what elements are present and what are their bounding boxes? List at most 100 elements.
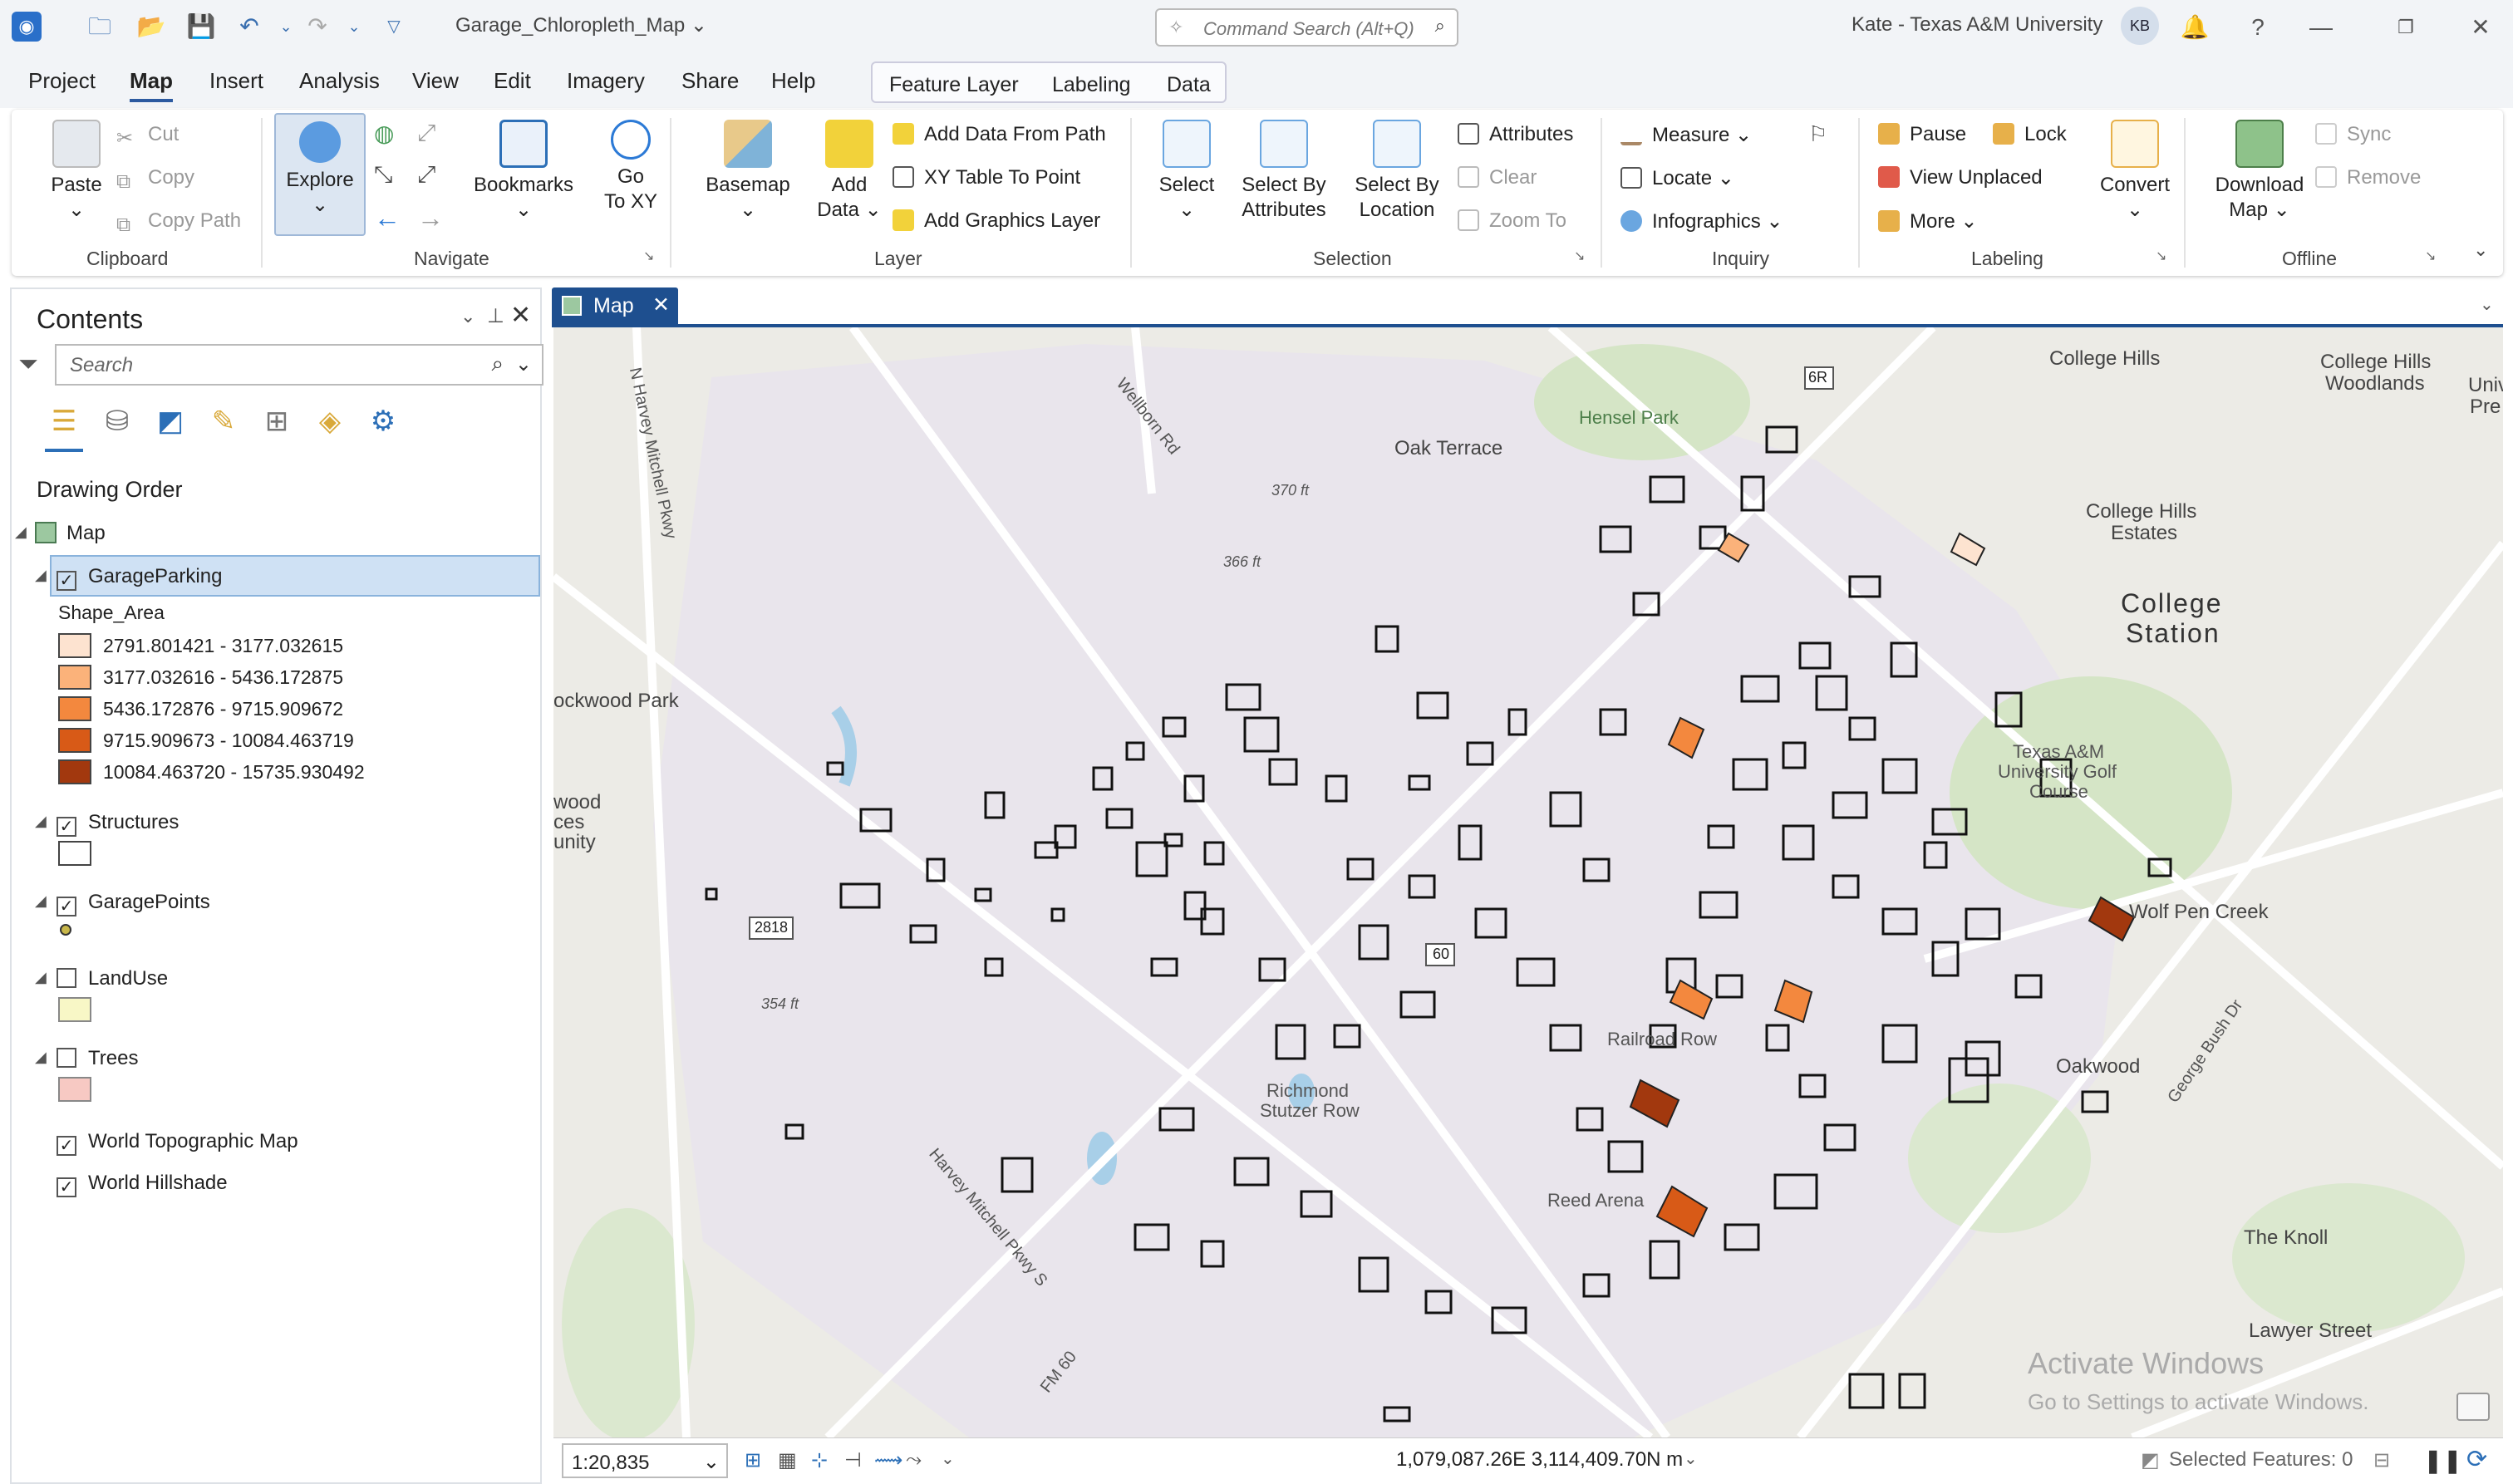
view-unplaced-button[interactable]: View Unplaced bbox=[1878, 166, 2043, 189]
download-map-button[interactable]: Download Map ⌄ bbox=[2206, 120, 2314, 223]
measure-button[interactable]: Measure ⌄ bbox=[1620, 123, 1752, 147]
expand-structures-icon[interactable]: ◢ bbox=[35, 813, 47, 830]
snapping-icon[interactable]: ⊹ bbox=[811, 1448, 828, 1472]
list-by-drawing-order-icon[interactable]: ☰ bbox=[45, 402, 83, 452]
close-tab-icon[interactable]: ✕ bbox=[652, 292, 670, 317]
user-name[interactable]: Kate - Texas A&M University bbox=[1852, 13, 2102, 37]
pause-labeling-button[interactable]: Pause bbox=[1878, 123, 1966, 146]
status-dropdown-icon[interactable]: ⌄ bbox=[941, 1448, 955, 1469]
menu-imagery[interactable]: Imagery bbox=[567, 68, 645, 94]
map-canvas[interactable] bbox=[553, 327, 2503, 1437]
copy-button[interactable]: ⧉ Copy bbox=[116, 166, 194, 193]
tab-feature-layer[interactable]: Feature Layer bbox=[889, 73, 1019, 97]
refresh-view-icon[interactable]: ⊟ bbox=[2373, 1448, 2390, 1472]
checkbox-world-hillshade[interactable]: ✓ bbox=[57, 1177, 76, 1197]
document-title[interactable]: Garage_Chloropleth_Map ⌄ bbox=[455, 13, 707, 37]
layer-garagepoints[interactable]: ✓ GaragePoints bbox=[57, 891, 210, 916]
checkbox-garagepoints[interactable]: ✓ bbox=[57, 897, 76, 916]
undo-dropdown-icon[interactable]: ⌄ bbox=[271, 12, 301, 42]
correction-icon[interactable]: ⤳ bbox=[906, 1448, 922, 1472]
legend-swatch[interactable] bbox=[58, 728, 91, 753]
new-project-icon[interactable]: 🗀 bbox=[85, 12, 115, 42]
remove-button[interactable]: Remove bbox=[2315, 166, 2421, 189]
select-button[interactable]: Select ⌄ bbox=[1145, 120, 1228, 223]
locate-button[interactable]: Locate ⌄ bbox=[1620, 166, 1734, 190]
add-graphics-layer-button[interactable]: Add Graphics Layer bbox=[893, 209, 1100, 233]
paste-button[interactable]: Paste ⌄ bbox=[33, 120, 120, 223]
offline-launcher-icon[interactable]: ↘ bbox=[2425, 248, 2436, 264]
coordinate-conversion-icon[interactable]: ⚐ bbox=[1808, 121, 1827, 147]
expand-landuse-icon[interactable]: ◢ bbox=[35, 969, 47, 986]
select-by-attributes-button[interactable]: Select By Attributes bbox=[1230, 120, 1338, 223]
coordinate-format-dropdown-icon[interactable]: ⌄ bbox=[1684, 1448, 1698, 1469]
expand-garagepoints-icon[interactable]: ◢ bbox=[35, 892, 47, 910]
menu-insert[interactable]: Insert bbox=[209, 68, 263, 94]
avatar[interactable]: KB bbox=[2121, 7, 2159, 45]
keyboard-icon[interactable] bbox=[2456, 1393, 2490, 1421]
grid-icon[interactable]: ▦ bbox=[778, 1448, 797, 1472]
selection-launcher-icon[interactable]: ↘ bbox=[1574, 248, 1585, 264]
pane-options-icon[interactable]: ⌄ bbox=[460, 306, 475, 327]
convert-button[interactable]: Convert ⌄ bbox=[2089, 120, 2181, 223]
bookmarks-button[interactable]: Bookmarks ⌄ bbox=[467, 120, 580, 223]
labeling-launcher-icon[interactable]: ↘ bbox=[2156, 248, 2166, 264]
map-node[interactable]: Map bbox=[35, 522, 106, 545]
legend-swatch[interactable] bbox=[58, 759, 91, 784]
checkbox-landuse[interactable] bbox=[57, 968, 76, 988]
list-by-labeling-icon[interactable]: ◈ bbox=[311, 402, 349, 440]
full-extent-icon[interactable]: ⤢ bbox=[417, 120, 435, 147]
add-data-button[interactable]: Add Data ⌄ bbox=[808, 120, 891, 223]
zoom-to-button[interactable]: Zoom To bbox=[1458, 209, 1566, 233]
cut-button[interactable]: ✂ Cut bbox=[116, 123, 179, 150]
menu-map[interactable]: Map bbox=[130, 68, 173, 102]
legend-swatch[interactable] bbox=[58, 633, 91, 658]
redo-dropdown-icon[interactable]: ⌄ bbox=[339, 12, 369, 42]
close-pane-icon[interactable]: ✕ bbox=[510, 301, 531, 330]
map-view[interactable]: College Hills College Hills Woodlands Un… bbox=[553, 327, 2503, 1437]
refresh-icon[interactable]: ⟳ bbox=[2466, 1445, 2487, 1474]
layer-world-hillshade[interactable]: ✓ World Hillshade bbox=[57, 1172, 228, 1197]
zoom-in-fixed-icon[interactable]: ⤡ bbox=[374, 161, 392, 189]
minimize-icon[interactable]: — bbox=[2300, 8, 2342, 47]
checkbox-garageparking[interactable]: ✓ bbox=[57, 571, 76, 591]
list-by-editing-icon[interactable]: ✎ bbox=[204, 402, 243, 440]
contents-search-input[interactable]: Search ⌕ ⌄ bbox=[55, 344, 543, 386]
checkbox-world-topographic-map[interactable]: ✓ bbox=[57, 1136, 76, 1156]
checkbox-structures[interactable]: ✓ bbox=[57, 817, 76, 837]
pause-drawing-icon[interactable]: ❚❚ bbox=[2423, 1447, 2462, 1474]
attributes-button[interactable]: Attributes bbox=[1458, 123, 1573, 146]
tab-map[interactable]: Map ✕ bbox=[552, 287, 678, 326]
menu-help[interactable]: Help bbox=[771, 68, 815, 94]
xy-table-to-point-button[interactable]: XY Table To Point bbox=[893, 166, 1080, 189]
legend-swatch[interactable] bbox=[58, 665, 91, 690]
checkbox-trees[interactable] bbox=[57, 1048, 76, 1068]
list-by-data-source-icon[interactable]: ⛁ bbox=[98, 402, 136, 440]
lock-labeling-button[interactable]: Lock bbox=[1993, 123, 2067, 146]
open-project-icon[interactable]: 📂 bbox=[136, 12, 166, 42]
notifications-bell-icon[interactable]: 🔔 bbox=[2174, 8, 2215, 47]
navigation-icon[interactable]: ⟿ bbox=[874, 1448, 902, 1472]
scale-lock-icon[interactable]: ⊞ bbox=[745, 1448, 761, 1472]
help-button[interactable]: ? bbox=[2237, 8, 2279, 47]
layer-structures[interactable]: ✓ Structures bbox=[57, 811, 179, 837]
go-to-xy-button[interactable]: Go To XY bbox=[593, 120, 668, 214]
redo-icon[interactable]: ↷ bbox=[302, 12, 332, 42]
menu-edit[interactable]: Edit bbox=[494, 68, 531, 94]
expand-map-icon[interactable]: ◢ bbox=[15, 523, 27, 541]
undo-icon[interactable]: ↶ bbox=[234, 12, 264, 42]
tab-labeling[interactable]: Labeling bbox=[1052, 73, 1131, 97]
menu-analysis[interactable]: Analysis bbox=[299, 68, 380, 94]
list-by-selection-icon[interactable]: ◩ bbox=[151, 402, 189, 440]
list-by-perspective-icon[interactable]: ⚙ bbox=[364, 402, 402, 440]
command-search-input[interactable]: ✧ Command Search (Alt+Q) ⌕ bbox=[1155, 8, 1458, 47]
globe-icon[interactable]: ◍ bbox=[374, 120, 394, 147]
navigate-launcher-icon[interactable]: ↘ bbox=[643, 248, 654, 264]
collapse-ribbon-icon[interactable]: ⌄ bbox=[2473, 239, 2488, 261]
back-arrow-icon[interactable]: ← bbox=[374, 203, 401, 233]
expand-trees-icon[interactable]: ◢ bbox=[35, 1049, 47, 1066]
restore-icon[interactable]: ❐ bbox=[2385, 8, 2427, 47]
scale-input[interactable]: 1:20,835 ⌄ bbox=[562, 1443, 728, 1478]
expand-garageparking-icon[interactable]: ◢ bbox=[35, 567, 47, 584]
customize-toolbar-icon[interactable]: ▽ bbox=[379, 12, 409, 42]
layer-landuse[interactable]: LandUse bbox=[57, 967, 168, 990]
